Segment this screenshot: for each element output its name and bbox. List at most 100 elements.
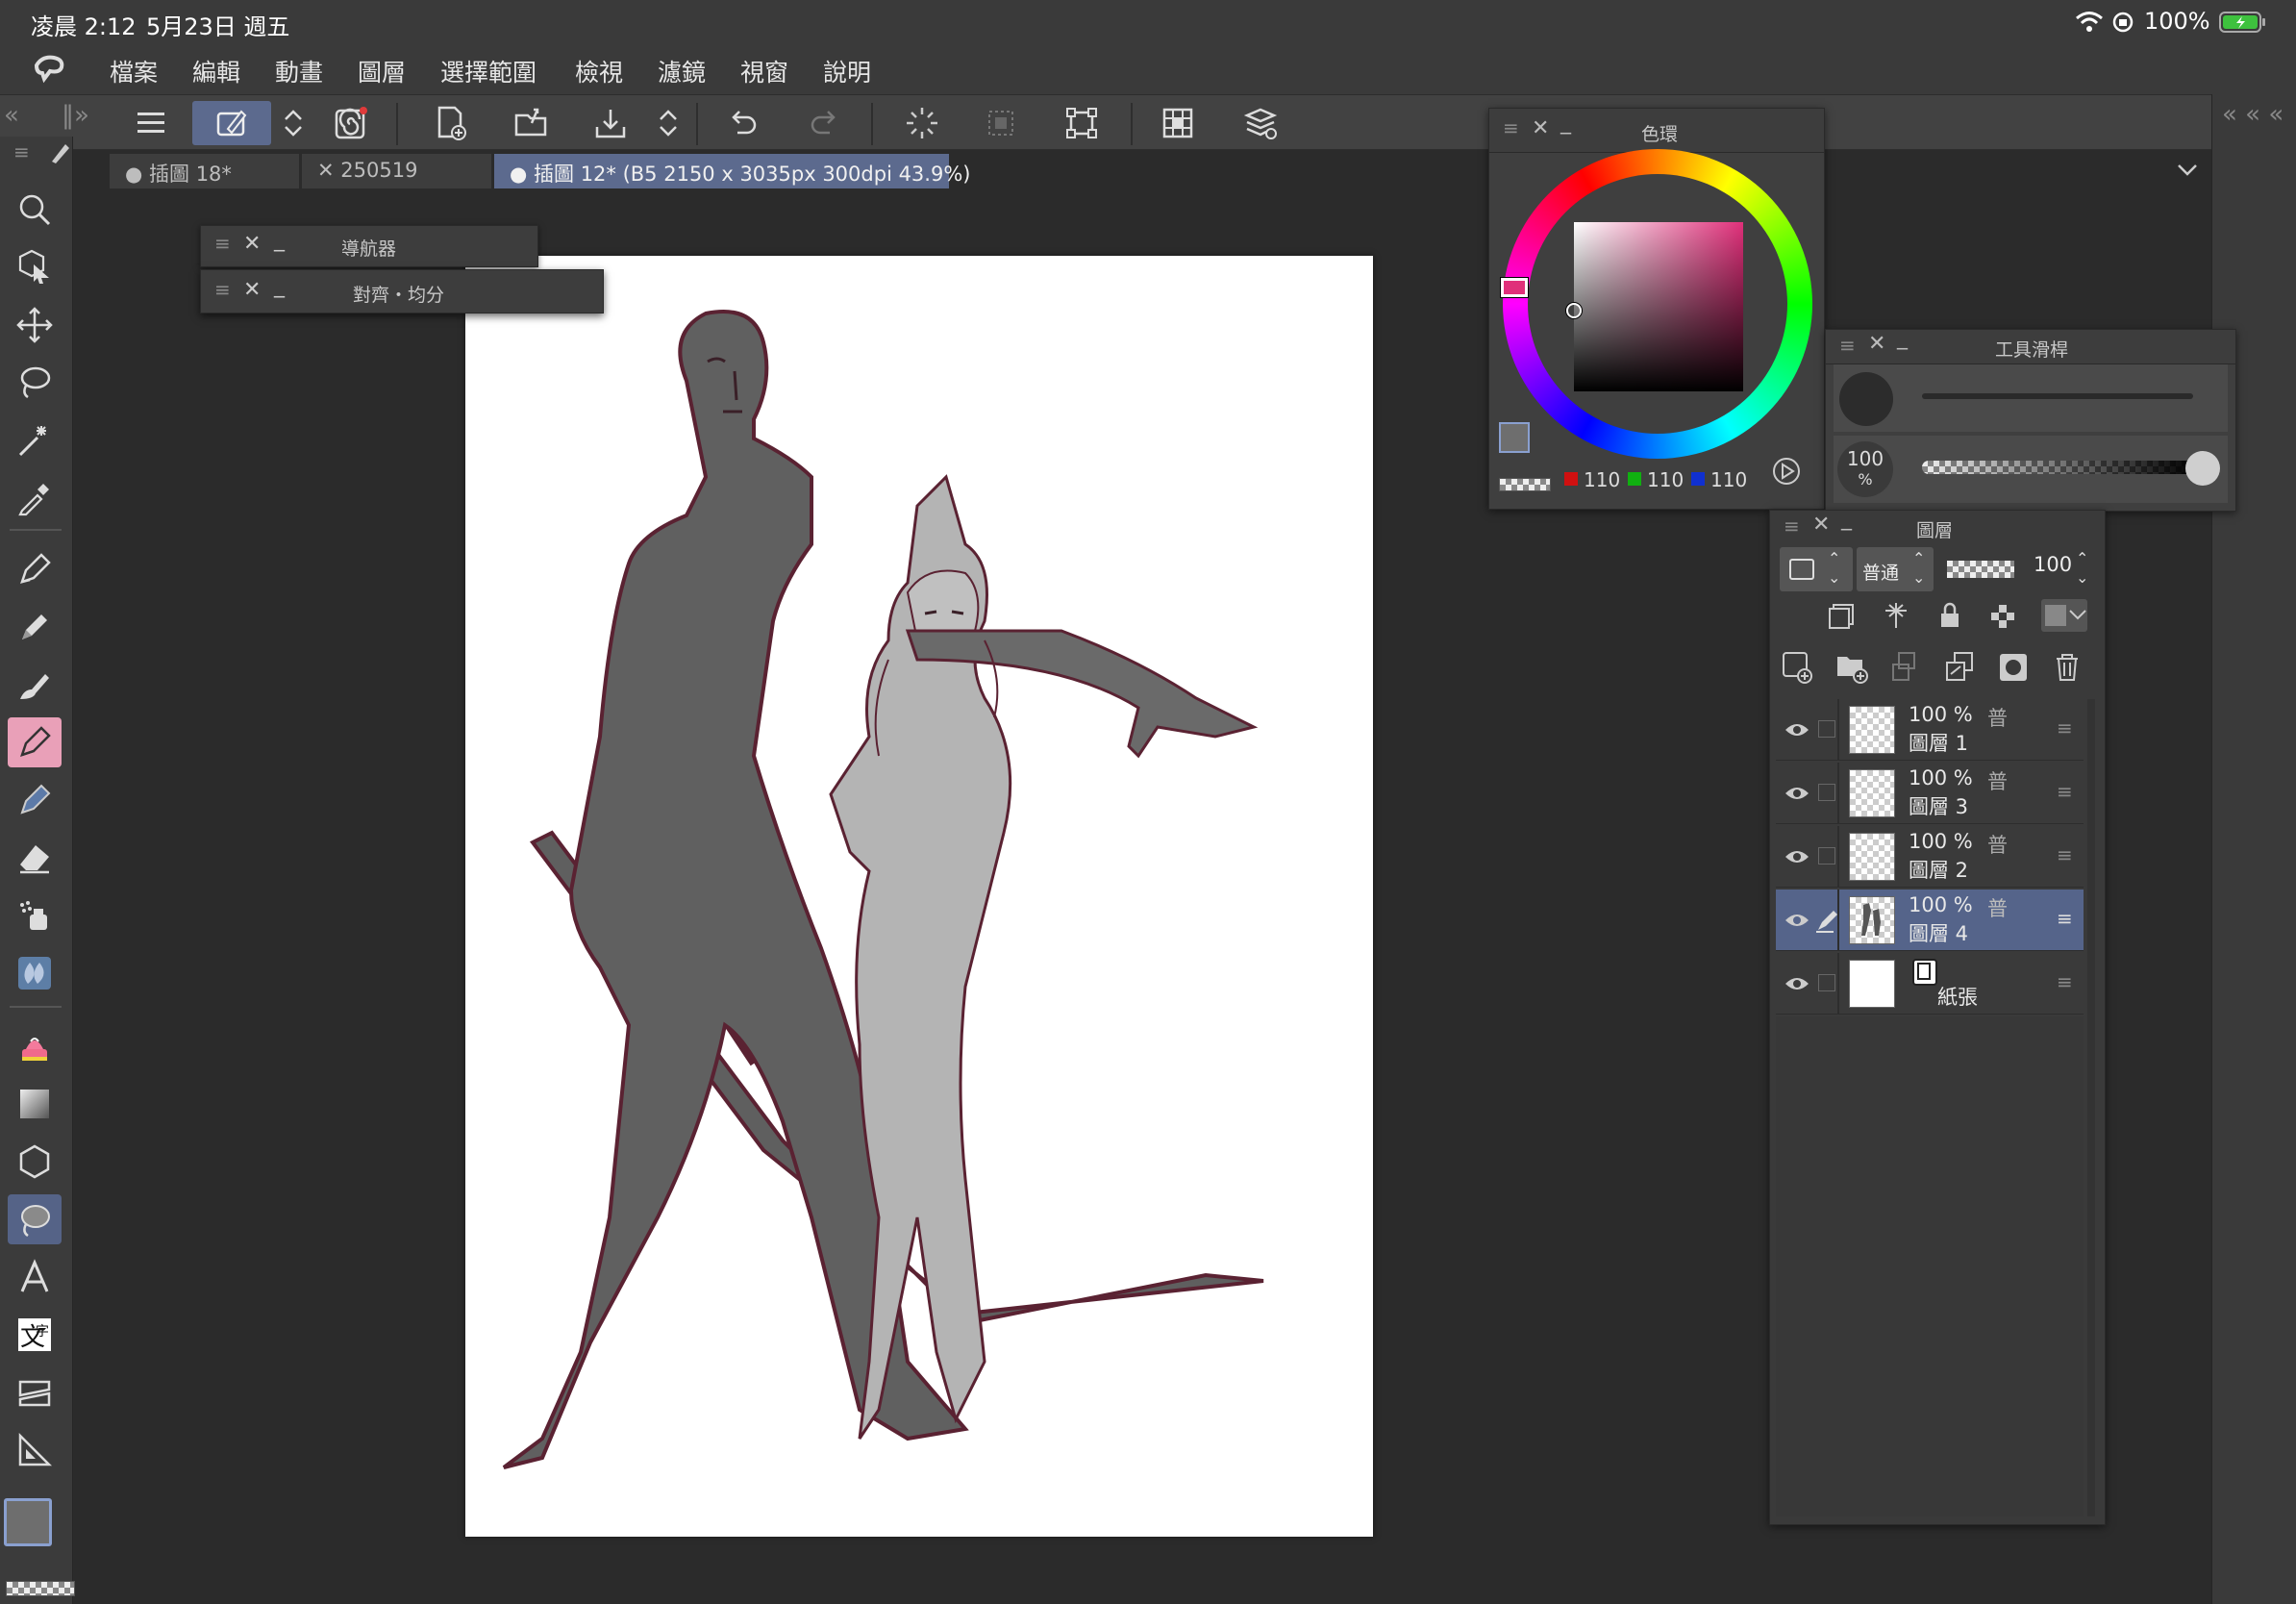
- loading-icon[interactable]: [900, 101, 944, 145]
- updown-icon[interactable]: [271, 101, 315, 145]
- merge-down-icon[interactable]: [1941, 649, 1978, 686]
- lasso-tool-icon[interactable]: [8, 358, 62, 408]
- eye-icon[interactable]: [1782, 968, 1812, 999]
- eye-icon[interactable]: [1782, 714, 1812, 745]
- frame-tool-icon[interactable]: [8, 1367, 62, 1417]
- object-tool-icon[interactable]: [8, 242, 62, 292]
- layer-drag-handle-icon[interactable]: ≡: [2057, 843, 2073, 866]
- eyedropper-icon[interactable]: [8, 473, 62, 523]
- palette-menu-icon[interactable]: ≡: [214, 278, 231, 301]
- menu-window[interactable]: 視窗: [740, 54, 788, 88]
- wheel-main-color[interactable]: [1499, 422, 1530, 453]
- layer-drag-handle-icon[interactable]: ≡: [2057, 716, 2073, 739]
- app-logo-icon[interactable]: [31, 52, 69, 87]
- minimize-icon[interactable]: _: [274, 274, 285, 298]
- saturation-value-square[interactable]: [1574, 222, 1743, 391]
- spray-tool-icon[interactable]: [8, 890, 62, 940]
- airbrush-tool-icon[interactable]: [8, 717, 62, 767]
- figure-tool-icon[interactable]: [8, 1137, 62, 1187]
- reference-layer-icon[interactable]: [1880, 599, 1912, 632]
- palette-menu-icon[interactable]: ≡: [1839, 334, 1856, 357]
- updown-icon-2[interactable]: [646, 101, 690, 145]
- color-mode-icon[interactable]: [1770, 455, 1803, 488]
- menu-view[interactable]: 檢視: [575, 54, 623, 88]
- redo-icon[interactable]: [802, 101, 846, 145]
- tab-illustration-12[interactable]: ● 插圖 12* (B5 2150 x 3035px 300dpi 43.9%): [494, 154, 970, 188]
- text-tool-icon[interactable]: [8, 1252, 62, 1302]
- layer-checkbox[interactable]: [1818, 720, 1835, 738]
- menu-selection[interactable]: 選擇範圍: [440, 54, 537, 88]
- collapse-right-icon[interactable]: « « «: [2222, 100, 2284, 129]
- layer-checkbox[interactable]: [1818, 974, 1835, 991]
- collapse-left-icon[interactable]: «: [4, 101, 19, 130]
- layer-opacity-value[interactable]: 100: [2034, 553, 2072, 576]
- layer-row-selected[interactable]: 100 % 普 圖層 4 ≡: [1776, 890, 2084, 951]
- spiral-icon[interactable]: [329, 101, 373, 145]
- layer-drag-handle-icon[interactable]: ≡: [2057, 780, 2073, 803]
- pen-tool-icon[interactable]: [8, 544, 62, 594]
- transparent-color-swatch[interactable]: [6, 1581, 75, 1596]
- menu-animation[interactable]: 動畫: [275, 54, 323, 88]
- layer-drag-handle-icon[interactable]: ≡: [2057, 907, 2073, 930]
- trash-icon[interactable]: [2049, 649, 2085, 686]
- subtool-icon[interactable]: [192, 101, 271, 145]
- layer-scrollbar[interactable]: [2087, 699, 2095, 1516]
- palette-menu-icon[interactable]: ≡: [1784, 514, 1800, 538]
- minimize-icon[interactable]: _: [1841, 507, 1852, 531]
- menu-filter[interactable]: 濾鏡: [658, 54, 706, 88]
- close-icon[interactable]: ✕: [1868, 332, 1885, 356]
- eye-icon[interactable]: [1782, 905, 1812, 936]
- pencil-tool-icon[interactable]: [8, 602, 62, 652]
- new-canvas-icon[interactable]: [429, 101, 473, 145]
- lock-transparency-icon[interactable]: [1987, 599, 2020, 632]
- lasso-fill-tool-icon[interactable]: [8, 1194, 62, 1244]
- decoration-tool-icon[interactable]: [8, 775, 62, 825]
- layers-3d-icon[interactable]: [1238, 101, 1283, 145]
- new-folder-icon[interactable]: [1834, 649, 1870, 686]
- new-raster-layer-icon[interactable]: [1780, 649, 1816, 686]
- opacity-slider[interactable]: [1922, 461, 2197, 474]
- menu-edit[interactable]: 編輯: [192, 54, 240, 88]
- palette-menu-icon[interactable]: ≡: [13, 140, 30, 163]
- layer-checkbox[interactable]: [1818, 784, 1835, 801]
- wheel-transparent-color[interactable]: [1499, 478, 1551, 491]
- canvas-paper[interactable]: [465, 256, 1373, 1537]
- layer-list-empty-area[interactable]: [1776, 1016, 2084, 1516]
- open-icon[interactable]: [510, 101, 554, 145]
- chevron-down-icon[interactable]: [2173, 156, 2202, 185]
- paper-layer-row[interactable]: 紙張 ≡: [1776, 953, 2084, 1015]
- tab-250519[interactable]: ✕ 250519: [302, 154, 492, 188]
- ruler-tool-icon[interactable]: [8, 1425, 62, 1475]
- brush-size-slider[interactable]: [1922, 393, 2193, 399]
- expand-left-icon[interactable]: ‖»: [62, 101, 89, 130]
- undo-icon[interactable]: [721, 101, 765, 145]
- color-picker-cursor[interactable]: [1566, 303, 1582, 318]
- close-icon[interactable]: ✕: [1812, 513, 1830, 537]
- menu-help[interactable]: 說明: [823, 54, 871, 88]
- export-icon[interactable]: [588, 101, 633, 145]
- select-icon[interactable]: [979, 101, 1023, 145]
- blend-tool-icon[interactable]: [8, 948, 62, 998]
- move-tool-icon[interactable]: [8, 300, 62, 350]
- minimize-icon[interactable]: _: [1560, 111, 1571, 135]
- tab-close-icon[interactable]: ✕: [317, 159, 335, 182]
- layer-mask-icon[interactable]: [1995, 649, 2032, 686]
- layer-checkbox[interactable]: [1818, 847, 1835, 865]
- menu-icon[interactable]: [129, 101, 173, 145]
- main-color-swatch[interactable]: [4, 1498, 52, 1546]
- menu-layer[interactable]: 圖層: [358, 54, 406, 88]
- minimize-icon[interactable]: _: [1897, 326, 1908, 350]
- balloon-tool-icon[interactable]: 文字: [8, 1310, 62, 1360]
- minimize-icon[interactable]: _: [274, 228, 285, 252]
- hue-picker-handle[interactable]: [1501, 278, 1528, 297]
- close-icon[interactable]: ✕: [1532, 116, 1549, 140]
- lock-icon[interactable]: [1934, 599, 1966, 632]
- mask-toggle-icon[interactable]: [2041, 599, 2087, 632]
- magic-wand-icon[interactable]: [8, 415, 62, 465]
- clip-layer-icon[interactable]: [1826, 599, 1859, 632]
- close-icon[interactable]: ✕: [243, 278, 261, 302]
- menu-file[interactable]: 檔案: [110, 54, 158, 88]
- brush-tool-icon[interactable]: [8, 660, 62, 710]
- palette-menu-icon[interactable]: ≡: [214, 232, 231, 255]
- eraser-tool-icon[interactable]: [8, 833, 62, 883]
